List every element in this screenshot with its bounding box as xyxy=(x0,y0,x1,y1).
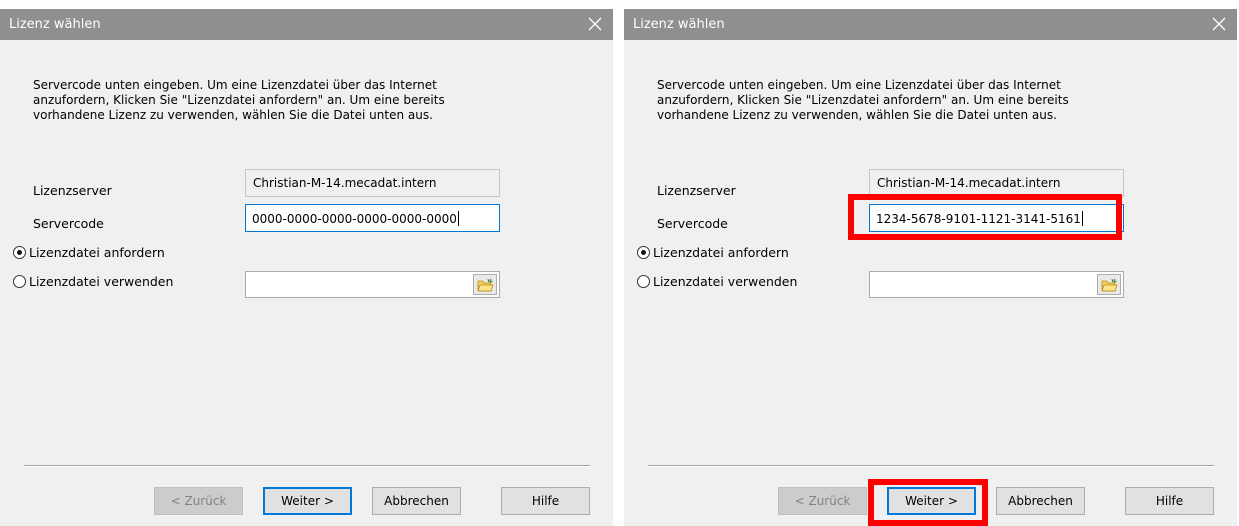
next-button[interactable]: Weiter > xyxy=(263,487,352,515)
radio-checked-icon xyxy=(637,246,650,259)
license-server-label: Lizenzserver xyxy=(33,183,112,198)
radio-use-license[interactable]: Lizenzdatei verwenden xyxy=(13,274,173,289)
radio-use-label: Lizenzdatei verwenden xyxy=(653,274,798,289)
instructions-line: Servercode unten eingeben. Um eine Lizen… xyxy=(33,78,437,92)
radio-unchecked-icon xyxy=(637,275,650,288)
text-caret xyxy=(1081,211,1083,226)
radio-use-label: Lizenzdatei verwenden xyxy=(29,274,174,289)
license-file-input[interactable] xyxy=(245,271,500,298)
instructions-line: vorhandene Lizenz zu verwenden, wählen S… xyxy=(657,108,1057,122)
license-server-label: Lizenzserver xyxy=(657,183,736,198)
instructions-line: vorhandene Lizenz zu verwenden, wählen S… xyxy=(33,108,433,122)
license-server-field: Christian-M-14.mecadat.intern xyxy=(245,169,500,197)
radio-checked-icon xyxy=(13,246,26,259)
title-bar: Lizenz wählen xyxy=(0,9,613,40)
instructions-line: anzufordern, Klicken Sie "Lizenzdatei an… xyxy=(657,93,1069,107)
server-code-input[interactable]: 1234-5678-9101-1121-3141-5161 xyxy=(869,204,1124,232)
instructions-text: Servercode unten eingeben. Um eine Lizen… xyxy=(657,78,1157,123)
cancel-button[interactable]: Abbrechen xyxy=(996,487,1085,515)
text-caret xyxy=(457,211,459,226)
next-button[interactable]: Weiter > xyxy=(887,487,976,515)
footer-separator xyxy=(648,465,1214,467)
server-code-input[interactable]: 0000-0000-0000-0000-0000-0000 xyxy=(245,204,500,232)
dialog-title: Lizenz wählen xyxy=(633,17,725,32)
server-code-label: Servercode xyxy=(33,216,104,231)
folder-open-icon[interactable] xyxy=(1097,274,1121,295)
help-button[interactable]: Hilfe xyxy=(1125,487,1214,515)
server-code-label: Servercode xyxy=(657,216,728,231)
title-bar: Lizenz wählen xyxy=(624,9,1237,40)
radio-request-license[interactable]: Lizenzdatei anfordern xyxy=(13,245,165,260)
instructions-text: Servercode unten eingeben. Um eine Lizen… xyxy=(33,78,533,123)
license-dialog-right: Lizenz wählen Servercode unten eingeben.… xyxy=(624,9,1237,526)
back-button[interactable]: < Zurück xyxy=(154,487,243,515)
dialog-title: Lizenz wählen xyxy=(9,17,101,32)
license-file-input[interactable] xyxy=(869,271,1124,298)
radio-use-license[interactable]: Lizenzdatei verwenden xyxy=(637,274,797,289)
radio-request-label: Lizenzdatei anfordern xyxy=(653,245,789,260)
server-code-value: 1234-5678-9101-1121-3141-5161 xyxy=(876,212,1081,226)
cancel-button[interactable]: Abbrechen xyxy=(372,487,461,515)
instructions-line: anzufordern, Klicken Sie "Lizenzdatei an… xyxy=(33,93,445,107)
radio-request-label: Lizenzdatei anfordern xyxy=(29,245,165,260)
server-code-value: 0000-0000-0000-0000-0000-0000 xyxy=(252,212,457,226)
license-dialog-left: Lizenz wählen Servercode unten eingeben.… xyxy=(0,9,613,526)
folder-open-icon[interactable] xyxy=(473,274,497,295)
close-icon[interactable] xyxy=(1207,12,1231,36)
instructions-line: Servercode unten eingeben. Um eine Lizen… xyxy=(657,78,1061,92)
help-button[interactable]: Hilfe xyxy=(501,487,590,515)
radio-request-license[interactable]: Lizenzdatei anfordern xyxy=(637,245,789,260)
license-server-field: Christian-M-14.mecadat.intern xyxy=(869,169,1124,197)
radio-unchecked-icon xyxy=(13,275,26,288)
close-icon[interactable] xyxy=(583,12,607,36)
footer-separator xyxy=(24,465,590,467)
back-button[interactable]: < Zurück xyxy=(778,487,867,515)
